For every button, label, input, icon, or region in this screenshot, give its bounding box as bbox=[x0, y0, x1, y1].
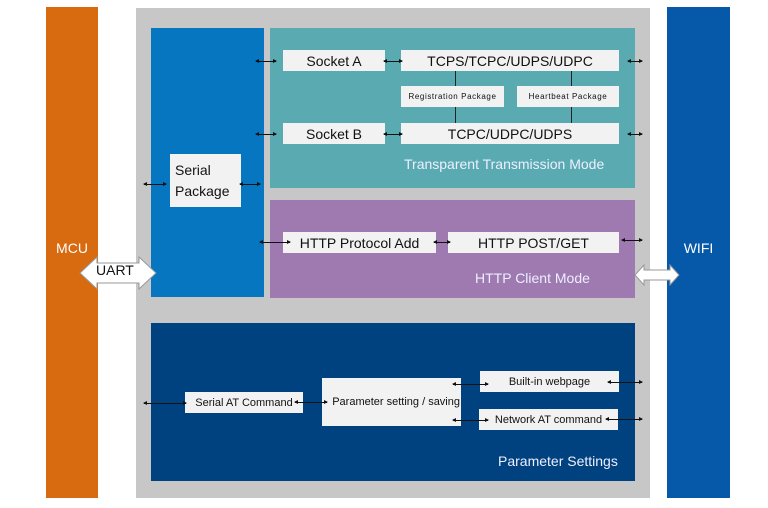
serial-package-line1: Serial bbox=[175, 161, 211, 178]
arrow-webpage-out bbox=[607, 380, 643, 384]
socket-a-box: Socket A bbox=[283, 50, 385, 71]
arrow-serial-right bbox=[239, 182, 261, 186]
arrow-socket-a-out bbox=[627, 59, 643, 63]
socket-b-protocols-box: TCPC/UDPC/UDPS bbox=[401, 123, 619, 144]
arrow-http-protocol-post bbox=[433, 240, 451, 244]
arrow-network-out bbox=[605, 417, 643, 421]
connector-registration-up bbox=[455, 71, 456, 86]
mcu-block: MCU bbox=[46, 7, 98, 498]
arrow-param-webpage bbox=[452, 382, 489, 386]
wifi-block: WIFI bbox=[667, 7, 730, 498]
connector-registration-down bbox=[455, 107, 456, 123]
heartbeat-package-box: Heartbeat Package bbox=[517, 86, 619, 107]
wifi-double-arrow bbox=[634, 264, 680, 286]
arrow-socket-a-in bbox=[255, 59, 277, 63]
arrow-serial-at-param bbox=[294, 400, 328, 404]
serial-package-box: Serial Package bbox=[170, 154, 241, 207]
arrow-mcu-serial bbox=[143, 182, 167, 186]
arrow-socket-b-protocols bbox=[383, 132, 403, 136]
registration-package-box: Registration Package bbox=[401, 86, 504, 107]
http-protocol-add-label: HTTP Protocol Add bbox=[299, 234, 420, 251]
arrow-param-network bbox=[452, 418, 489, 422]
serial-at-command-box: Serial AT Command bbox=[185, 392, 303, 413]
arrow-socket-b-out bbox=[627, 132, 643, 136]
http-protocol-add-box: HTTP Protocol Add bbox=[283, 232, 436, 253]
mcu-label: MCU bbox=[56, 240, 88, 256]
arrow-socket-a-protocols bbox=[383, 59, 403, 63]
socket-a-label: Socket A bbox=[306, 52, 362, 69]
socket-a-protocols-box: TCPS/TCPC/UDPS/UDPC bbox=[401, 50, 619, 71]
uart-label: UART bbox=[96, 262, 134, 278]
built-in-webpage-box: Built-in webpage bbox=[480, 371, 619, 392]
network-at-command-box: Network AT command bbox=[479, 409, 618, 430]
serial-package-line2: Package bbox=[175, 182, 230, 199]
http-post-get-label: HTTP POST/GET bbox=[478, 234, 589, 251]
connector-heartbeat-up bbox=[571, 71, 572, 86]
parameter-saving-label: Parameter setting / saving bbox=[332, 396, 460, 408]
arrow-mcu-serial-at bbox=[143, 401, 187, 405]
socket-a-protocols-label: TCPS/TCPC/UDPS/UDPC bbox=[427, 52, 593, 69]
heartbeat-package-label: Heartbeat Package bbox=[528, 92, 608, 101]
built-in-webpage-label: Built-in webpage bbox=[508, 375, 591, 388]
socket-b-label: Socket B bbox=[305, 125, 363, 142]
transparent-mode-title: Transparent Transmission Mode bbox=[404, 156, 605, 172]
arrow-http-in bbox=[259, 240, 291, 244]
socket-b-protocols-label: TCPC/UDPC/UDPS bbox=[447, 125, 573, 142]
http-mode-title: HTTP Client Mode bbox=[475, 270, 590, 286]
connector-heartbeat-down bbox=[571, 107, 572, 123]
serial-at-command-label: Serial AT Command bbox=[195, 396, 293, 409]
registration-package-label: Registration Package bbox=[408, 92, 497, 101]
parameter-settings-title: Parameter Settings bbox=[498, 453, 618, 469]
wifi-label: WIFI bbox=[683, 240, 714, 256]
parameter-saving-box: Parameter setting / saving bbox=[322, 378, 461, 426]
socket-b-box: Socket B bbox=[283, 123, 385, 144]
network-at-command-label: Network AT command bbox=[494, 413, 603, 426]
arrow-socket-b-in bbox=[255, 132, 277, 136]
http-post-get-box: HTTP POST/GET bbox=[448, 232, 619, 253]
arrow-http-out bbox=[621, 238, 643, 242]
